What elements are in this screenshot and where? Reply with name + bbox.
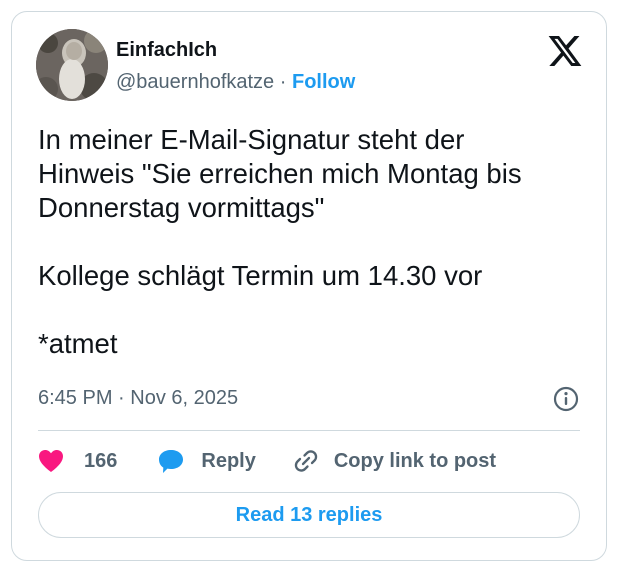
heart-icon xyxy=(39,450,63,472)
info-icon[interactable] xyxy=(552,385,580,413)
x-logo-icon[interactable] xyxy=(548,36,582,66)
likes-count: 166 xyxy=(84,449,118,472)
tweet-text: In meiner E-Mail-Signatur steht der Hinw… xyxy=(38,124,522,359)
follow-button[interactable]: Follow xyxy=(292,71,355,93)
tweet-card: EinfachIch @bauernhofkatze · Follow In m… xyxy=(11,11,607,561)
timestamp-separator: · xyxy=(118,387,125,409)
speech-bubble-icon xyxy=(159,450,184,473)
tweet-time: 6:45 PM xyxy=(38,387,113,409)
copy-link-label: Copy link to post xyxy=(333,449,497,472)
copy-link-button[interactable]: Copy link to post xyxy=(292,447,496,475)
reply-button[interactable]: Reply xyxy=(157,448,256,474)
like-button[interactable]: 166 xyxy=(38,449,117,473)
handle-row: @bauernhofkatze · Follow xyxy=(116,70,355,94)
handle-separator: · xyxy=(279,71,287,93)
tweet-timestamp[interactable]: 6:45 PM · Nov 6, 2025 xyxy=(38,386,238,410)
author-info: EinfachIch @bauernhofkatze · Follow xyxy=(116,38,355,94)
display-name[interactable]: EinfachIch xyxy=(116,38,355,62)
link-icon xyxy=(294,450,318,472)
reply-label: Reply xyxy=(201,449,256,472)
avatar[interactable] xyxy=(36,29,108,101)
tweet-date: Nov 6, 2025 xyxy=(130,387,239,409)
read-replies-button[interactable]: Read 13 replies xyxy=(38,492,580,538)
read-replies-label: Read 13 replies xyxy=(235,503,383,526)
divider xyxy=(38,430,580,431)
avatar-image xyxy=(36,29,108,101)
handle[interactable]: @bauernhofkatze xyxy=(116,71,274,93)
action-bar: 166 Reply Copy link to post xyxy=(38,445,496,477)
